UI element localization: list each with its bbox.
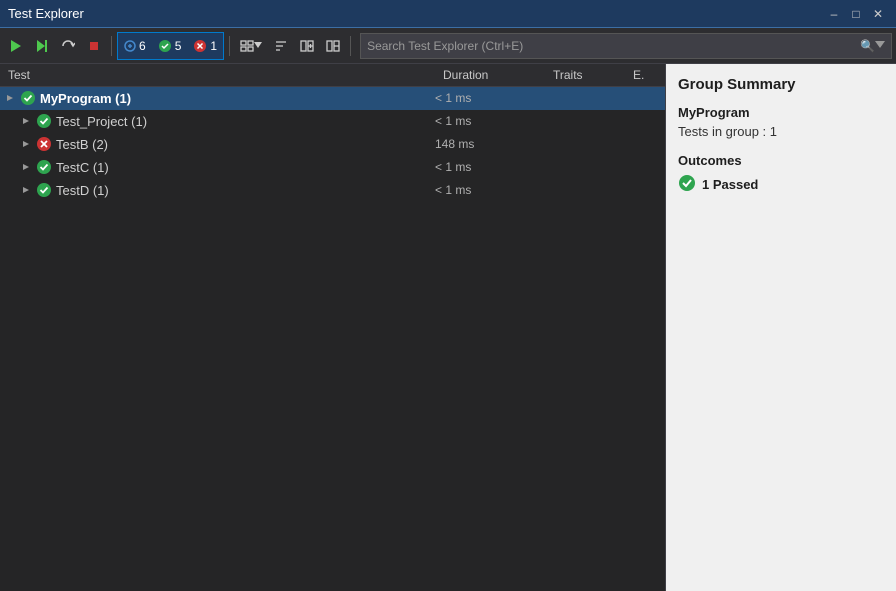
separator-3 xyxy=(350,36,351,56)
remove-column-button[interactable] xyxy=(321,32,345,60)
search-box[interactable]: 🔍 xyxy=(360,33,892,59)
test-duration: < 1 ms xyxy=(435,114,545,128)
test-name-label: TestD (1) xyxy=(56,183,109,198)
minimize-button[interactable]: – xyxy=(824,4,844,24)
close-button[interactable]: ✕ xyxy=(868,4,888,24)
pass-count: 5 xyxy=(175,39,182,53)
fail-count: 1 xyxy=(210,39,217,53)
summary-title: Group Summary xyxy=(678,76,884,93)
test-name-label: TestC (1) xyxy=(56,160,109,175)
run-all-button[interactable] xyxy=(4,32,28,60)
search-input[interactable] xyxy=(367,39,860,53)
toolbar: 6 5 1 🔍 xyxy=(0,28,896,64)
filter-fail-button[interactable]: 1 xyxy=(187,33,223,59)
col-e: E. xyxy=(625,64,665,86)
summary-panel: Group Summary MyProgram Tests in group :… xyxy=(666,64,896,591)
separator-2 xyxy=(229,36,230,56)
title-bar: Test Explorer – □ ✕ xyxy=(0,0,896,28)
all-count: 6 xyxy=(139,39,146,53)
expand-arrow[interactable] xyxy=(20,161,32,173)
expand-arrow[interactable] xyxy=(20,184,32,196)
search-icon: 🔍 xyxy=(860,39,875,53)
cancel-button[interactable] xyxy=(82,32,106,60)
test-duration: < 1 ms xyxy=(435,183,545,197)
test-header: Test Duration Traits E. xyxy=(0,64,665,87)
test-panel: Test Duration Traits E. MyProgram (1) < … xyxy=(0,64,666,591)
filter-all-button[interactable]: 6 xyxy=(118,33,152,59)
status-icon-pass xyxy=(20,90,36,106)
repeat-button[interactable] xyxy=(56,32,80,60)
separator-1 xyxy=(111,36,112,56)
summary-outcome-item: 1 Passed xyxy=(678,174,884,195)
test-row[interactable]: MyProgram (1) < 1 ms xyxy=(0,87,665,110)
summary-outcomes-title: Outcomes xyxy=(678,153,884,168)
outcome-label: 1 Passed xyxy=(702,177,758,192)
test-row[interactable]: Test_Project (1) < 1 ms xyxy=(0,110,665,133)
filter-group: 6 5 1 xyxy=(117,32,224,60)
add-column-button[interactable] xyxy=(295,32,319,60)
test-duration: 148 ms xyxy=(435,137,545,151)
summary-tests-in-group: Tests in group : 1 xyxy=(678,124,884,139)
summary-group-name: MyProgram xyxy=(678,105,884,120)
window-controls: – □ ✕ xyxy=(824,4,888,24)
test-row[interactable]: TestD (1) < 1 ms xyxy=(0,179,665,202)
status-icon-pass xyxy=(36,113,52,129)
status-icon-pass xyxy=(36,159,52,175)
col-traits: Traits xyxy=(545,64,625,86)
group-by-button[interactable] xyxy=(235,32,267,60)
restore-button[interactable]: □ xyxy=(846,4,866,24)
expand-arrow[interactable] xyxy=(20,115,32,127)
expand-arrow[interactable] xyxy=(4,92,16,104)
main-content: Test Duration Traits E. MyProgram (1) < … xyxy=(0,64,896,591)
expand-arrow[interactable] xyxy=(20,138,32,150)
tests-in-group-value: 1 xyxy=(770,124,777,139)
run-selected-button[interactable] xyxy=(30,32,54,60)
sort-button[interactable] xyxy=(269,32,293,60)
summary-outcomes: 1 Passed xyxy=(678,174,884,195)
outcome-icon xyxy=(678,174,696,195)
test-duration: < 1 ms xyxy=(435,160,545,174)
test-name-label: TestB (2) xyxy=(56,137,108,152)
window-title: Test Explorer xyxy=(8,6,84,21)
status-icon-fail xyxy=(36,136,52,152)
test-name-label: Test_Project (1) xyxy=(56,114,147,129)
filter-pass-button[interactable]: 5 xyxy=(152,33,188,59)
status-icon-pass xyxy=(36,182,52,198)
test-row[interactable]: TestC (1) < 1 ms xyxy=(0,156,665,179)
col-test: Test xyxy=(0,64,435,86)
dropdown-arrow-icon xyxy=(875,41,885,51)
test-list: MyProgram (1) < 1 ms Test_Project (1) < … xyxy=(0,87,665,591)
col-duration: Duration xyxy=(435,64,545,86)
test-duration: < 1 ms xyxy=(435,91,545,105)
test-row[interactable]: TestB (2) 148 ms xyxy=(0,133,665,156)
test-name-label: MyProgram (1) xyxy=(40,91,131,106)
tests-in-group-label: Tests in group : xyxy=(678,124,766,139)
